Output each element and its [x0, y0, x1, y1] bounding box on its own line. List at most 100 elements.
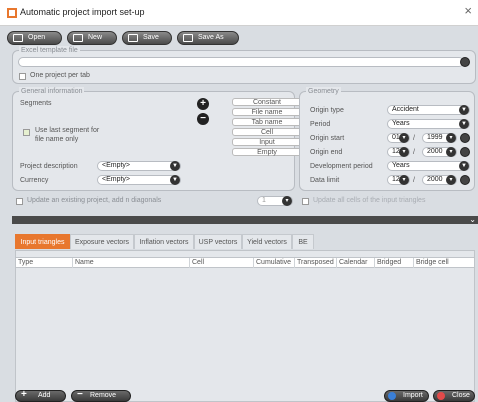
origin-type-value: Accident: [392, 106, 419, 113]
chevron-down-icon: ▼: [459, 105, 469, 115]
period-label: Period: [310, 121, 331, 128]
folder-icon: [13, 34, 23, 42]
origin-type-label: Origin type: [310, 107, 344, 114]
import-label: Import: [403, 392, 423, 399]
tab-exposure-vectors[interactable]: Exposure vectors: [70, 234, 134, 249]
new-label: New: [88, 34, 103, 41]
data-limit-year-value: 2000: [427, 176, 443, 183]
option-empty[interactable]: Empty: [232, 148, 302, 156]
use-last-segment-checkbox[interactable]: [23, 129, 30, 136]
spinner-icon: ▾: [399, 133, 409, 143]
tab-usp-vectors[interactable]: USP vectors: [194, 234, 242, 249]
save-label: Save: [143, 34, 159, 41]
column-type[interactable]: Type: [16, 258, 73, 268]
tab-inflation-vectors[interactable]: Inflation vectors: [134, 234, 194, 249]
chevron-down-icon: ▼: [459, 161, 469, 171]
tab-be[interactable]: BE: [292, 234, 314, 249]
remove-segment-icon[interactable]: −: [197, 113, 209, 125]
chevron-down-icon: ▼: [170, 175, 180, 185]
origin-end-year[interactable]: 2000 ▾: [422, 147, 457, 157]
remove-button[interactable]: − Remove: [71, 390, 131, 402]
option-input[interactable]: Input: [232, 138, 302, 146]
save-button[interactable]: Save: [122, 31, 172, 45]
origin-type-select[interactable]: Accident ▼: [387, 105, 470, 115]
column-bridged[interactable]: Bridged: [375, 258, 414, 268]
update-all-cells-checkbox[interactable]: [302, 198, 309, 205]
option-cell[interactable]: Cell: [232, 128, 302, 136]
origin-start-year[interactable]: 1999 ▾: [422, 133, 457, 143]
option-constant[interactable]: Constant: [232, 98, 302, 106]
column-bridge-cell[interactable]: Bridge cell: [414, 258, 474, 268]
column-transposed[interactable]: Transposed: [295, 258, 337, 268]
import-icon: [388, 392, 396, 400]
column-name[interactable]: Name: [73, 258, 190, 268]
window-title: Automatic project import set-up: [20, 7, 145, 17]
spinner-icon: ▾: [446, 147, 456, 157]
column-calendar[interactable]: Calendar: [337, 258, 375, 268]
project-description-label: Project description: [20, 163, 78, 170]
data-limit-year[interactable]: 2000 ▾: [422, 175, 457, 185]
segments-label: Segments: [20, 100, 52, 107]
option-file-name[interactable]: File name: [232, 108, 302, 116]
tab-yield-vectors[interactable]: Yield vectors: [242, 234, 292, 249]
save-as-icon: [183, 34, 193, 42]
data-limit-label: Data limit: [310, 177, 340, 184]
spinner-icon: ▾: [282, 196, 292, 206]
save-as-label: Save As: [198, 34, 224, 41]
project-description-value: <Empty>: [102, 162, 131, 169]
currency-select[interactable]: <Empty> ▼: [97, 175, 181, 185]
origin-end-button[interactable]: [460, 147, 470, 157]
update-project-label: Update an existing project, add n diagon…: [27, 197, 162, 204]
new-button[interactable]: New: [67, 31, 117, 45]
date-separator: /: [413, 149, 415, 156]
project-description-select[interactable]: <Empty> ▼: [97, 161, 181, 171]
open-button[interactable]: Open: [7, 31, 62, 45]
period-select[interactable]: Years ▼: [387, 119, 470, 129]
origin-start-button[interactable]: [460, 133, 470, 143]
origin-start-month[interactable]: 01 ▾: [387, 133, 410, 143]
app-icon: [7, 8, 17, 18]
currency-value: <Empty>: [102, 176, 131, 183]
diagonals-stepper[interactable]: 1 ▾: [257, 196, 293, 206]
chevron-down-icon: ▼: [459, 119, 469, 129]
general-information-panel: General information Segments + − Constan…: [12, 87, 302, 191]
development-period-label: Development period: [310, 163, 373, 170]
option-tab-name[interactable]: Tab name: [232, 118, 302, 126]
excel-template-legend: Excel template file: [19, 46, 80, 55]
table-header: Type Name Cell Cumulative Transposed Cal…: [16, 257, 474, 268]
use-last-segment-label: Use last segment for file name only: [35, 127, 100, 143]
origin-end-month[interactable]: 12 ▾: [387, 147, 410, 157]
currency-label: Currency: [20, 177, 49, 184]
close-button[interactable]: Close: [433, 390, 475, 402]
origin-start-label: Origin start: [310, 135, 345, 142]
add-button[interactable]: + Add: [15, 390, 66, 402]
data-limit-button[interactable]: [460, 175, 470, 185]
collapse-bar[interactable]: ⌄: [12, 216, 478, 224]
chevron-down-icon: ▼: [170, 161, 180, 171]
update-project-checkbox[interactable]: [16, 198, 23, 205]
excel-template-panel: Excel template file One project per tab: [12, 46, 476, 84]
tab-input-triangles[interactable]: Input triangles: [15, 234, 70, 249]
data-limit-month[interactable]: 12 ▾: [387, 175, 410, 185]
spinner-icon: ▾: [399, 147, 409, 157]
development-period-value: Years: [392, 162, 410, 169]
chevron-down-icon: ⌄: [469, 215, 476, 224]
close-icon[interactable]: ×: [464, 4, 472, 18]
origin-end-year-value: 2000: [427, 148, 443, 155]
save-as-button[interactable]: Save As: [177, 31, 239, 45]
column-cell[interactable]: Cell: [190, 258, 254, 268]
spinner-icon: ▾: [446, 175, 456, 185]
import-button[interactable]: Import: [384, 390, 429, 402]
origin-start-year-value: 1999: [427, 134, 443, 141]
general-information-legend: General information: [19, 87, 85, 96]
add-segment-icon[interactable]: +: [197, 98, 209, 110]
one-project-per-tab-checkbox[interactable]: [19, 73, 26, 80]
excel-template-path[interactable]: [18, 57, 464, 67]
minus-icon: −: [77, 389, 83, 400]
title-bar: Automatic project import set-up ×: [0, 0, 478, 26]
column-cumulative[interactable]: Cumulative: [254, 258, 295, 268]
open-label: Open: [28, 34, 46, 41]
development-period-select[interactable]: Years ▼: [387, 161, 470, 171]
browse-file-button[interactable]: [460, 57, 470, 67]
dialog-body: Open New Save Save As Excel template fil…: [0, 26, 478, 402]
